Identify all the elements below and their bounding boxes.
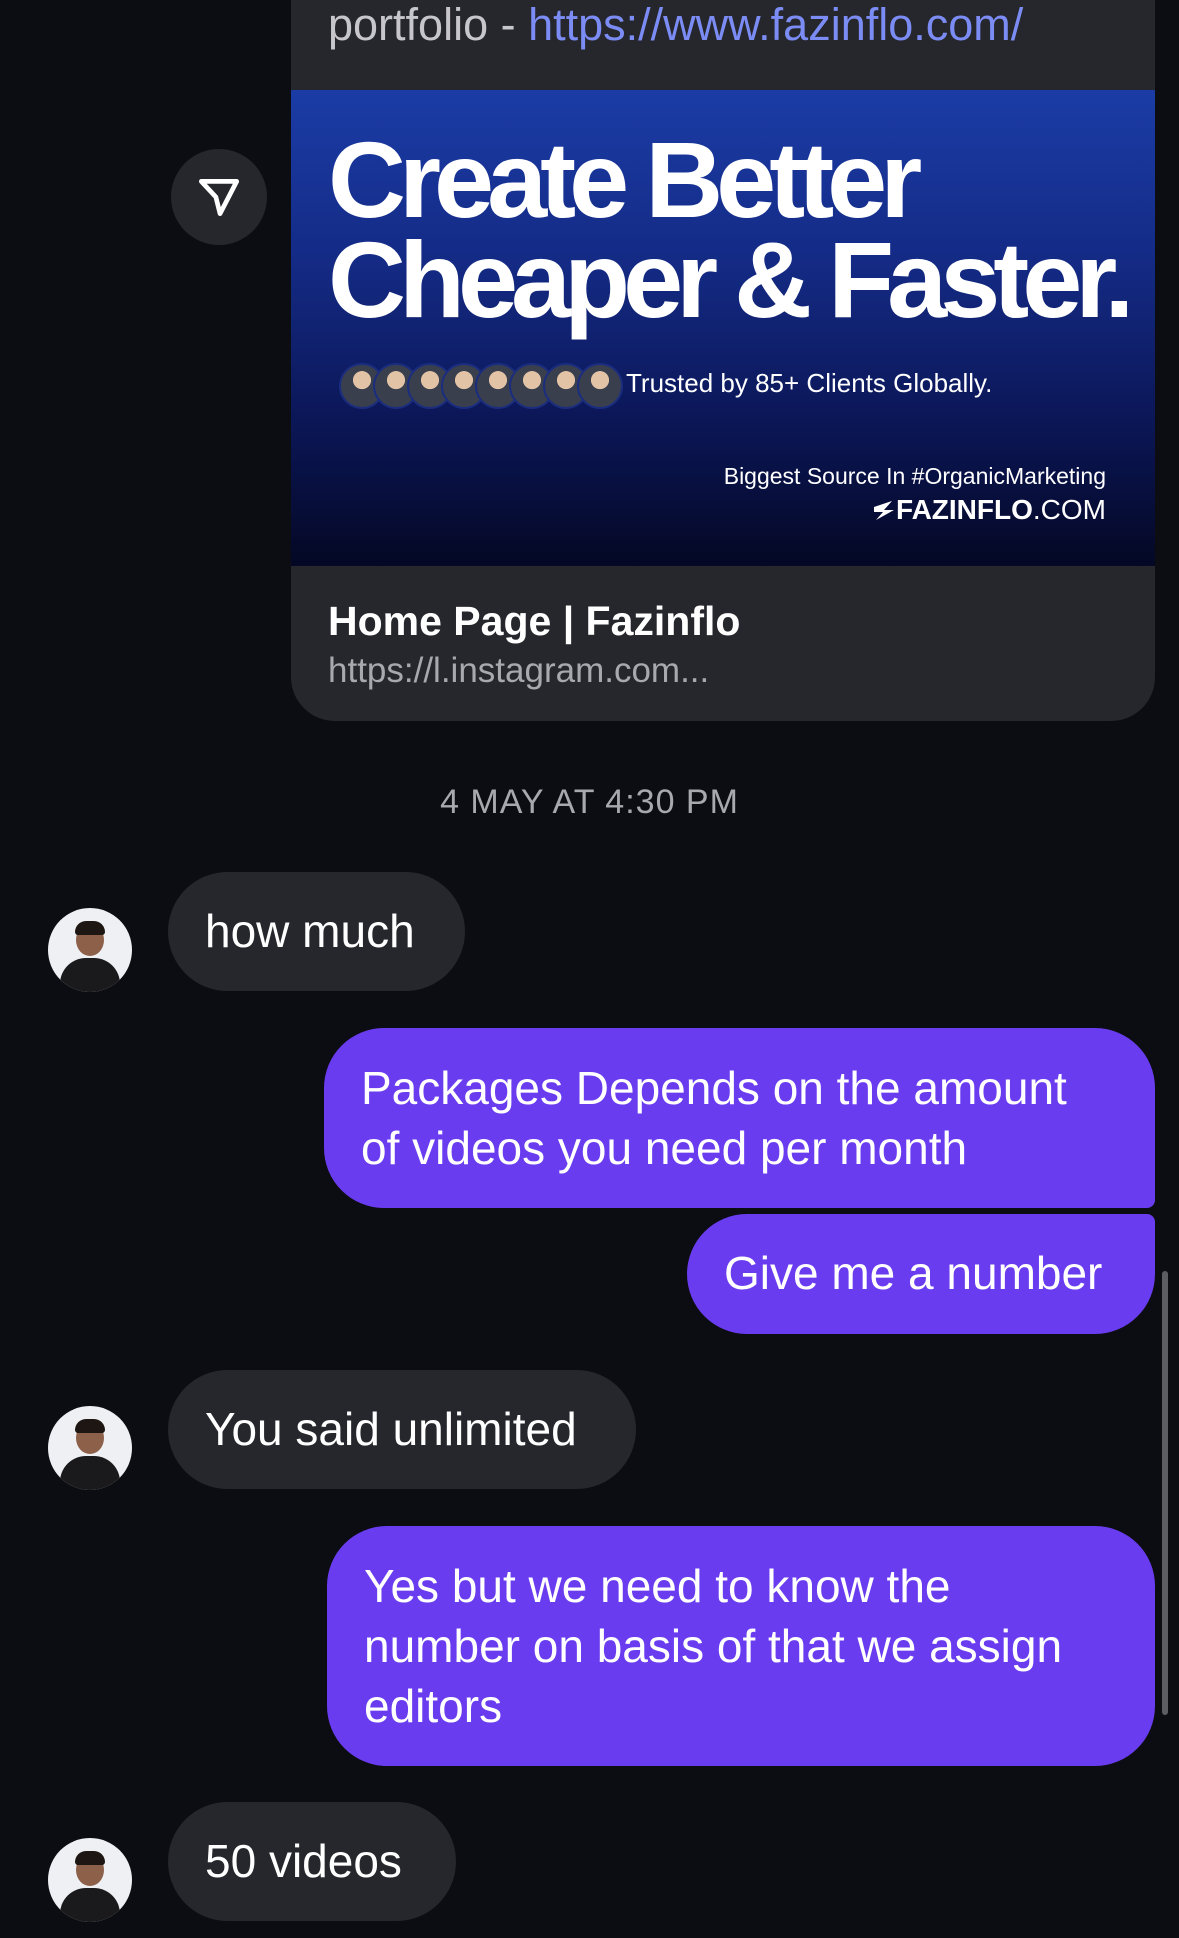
bolt-icon [874,501,895,520]
sender-avatar[interactable] [48,1406,132,1490]
scrollbar[interactable] [1162,1271,1168,1715]
brand-logo: FAZINFLO.COM [872,494,1106,526]
card-title: Home Page | Fazinflo [328,598,741,644]
sender-avatar[interactable] [48,1838,132,1922]
paper-plane-icon [198,179,240,217]
message-bubble-outgoing[interactable]: Yes but we need to know the number on ba… [327,1526,1155,1766]
message-bubble-incoming[interactable]: You said unlimited [168,1370,636,1489]
card-caption: portfolio - https://www.fazinflo.com/ [328,0,1024,50]
share-button[interactable] [171,149,267,245]
portfolio-link[interactable]: https://www.fazinflo.com/ [528,0,1023,50]
source-text: Biggest Source In #OrganicMarketing [723,463,1106,489]
message-bubble-incoming[interactable]: how much [168,872,465,991]
sender-avatar[interactable] [48,908,132,992]
message-bubble-incoming[interactable]: 50 videos [168,1802,456,1921]
preview-banner-image: Create Better Cheaper & Faster. Trusted … [291,90,1155,566]
banner-headline: Create Better Cheaper & Faster. [328,119,1134,340]
message-timestamp: 4 MAY AT 4:30 PM [440,783,739,821]
message-bubble-outgoing[interactable]: Packages Depends on the amount of videos… [324,1028,1155,1208]
trusted-text: Trusted by 85+ Clients Globally. [626,368,993,398]
message-bubble-outgoing[interactable]: Give me a number [687,1214,1155,1334]
client-avatar [577,363,623,409]
card-url: https://l.instagram.com... [328,651,710,690]
link-preview-card[interactable]: portfolio - https://www.fazinflo.com/ Cr… [291,0,1155,721]
